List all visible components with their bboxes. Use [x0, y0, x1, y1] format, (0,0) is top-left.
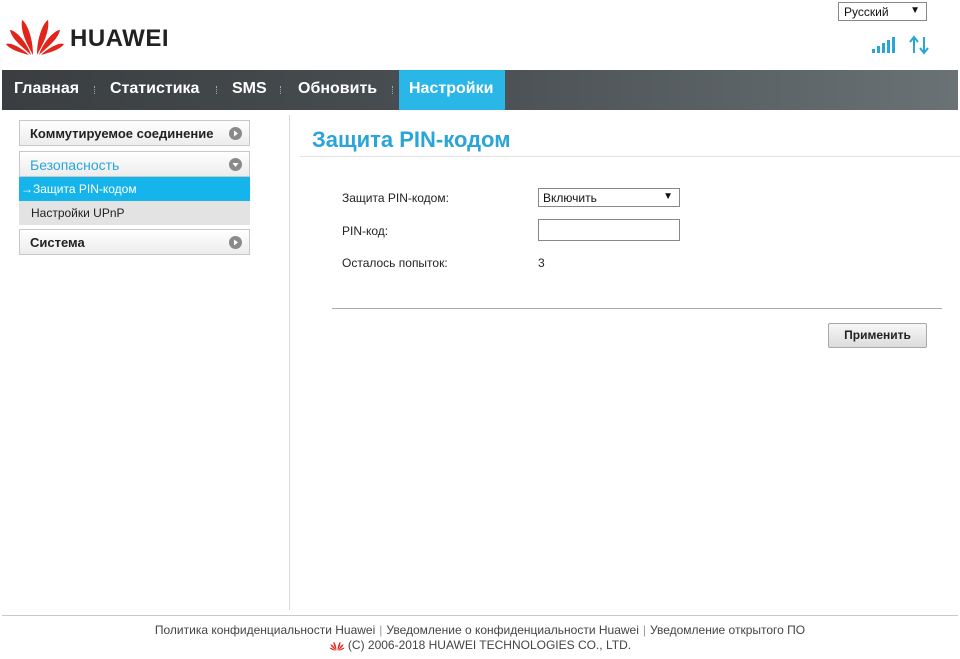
nav-separator — [94, 86, 96, 94]
sidebar: Коммутируемое соединение Безопасность →З… — [19, 120, 250, 255]
data-transfer-icon — [909, 35, 929, 55]
footer-separator: | — [379, 623, 383, 637]
nav-separator — [392, 86, 394, 94]
signal-strength-icon — [872, 37, 895, 53]
nav-item-sms[interactable]: SMS — [222, 70, 277, 110]
expand-arrow-icon — [229, 236, 242, 249]
page-title: Защита PIN-кодом — [312, 127, 511, 152]
language-value: Русский — [844, 5, 889, 19]
header: HUAWEI Русский ▼ — [0, 0, 960, 70]
privacy-notice-link[interactable]: Уведомление о конфиденциальности Huawei — [386, 623, 638, 637]
huawei-logo-icon — [6, 20, 64, 55]
pin-protection-select[interactable]: Включить ▼ — [538, 188, 680, 207]
huawei-mini-logo-icon — [329, 641, 345, 651]
dropdown-arrow-icon: ▼ — [910, 5, 920, 16]
sidebar-group-label: Безопасность — [30, 157, 120, 173]
copyright-text: (C) 2006-2018 HUAWEI TECHNOLOGIES CO., L… — [347, 638, 632, 652]
pin-code-label: PIN-код: — [342, 224, 389, 238]
sidebar-group-system[interactable]: Система — [19, 229, 250, 255]
sidebar-item-pin-protection[interactable]: →Защита PIN-кодом — [19, 177, 250, 201]
nav-separator — [280, 86, 282, 94]
nav-separator — [216, 86, 218, 94]
privacy-policy-link[interactable]: Политика конфиденциальности Huawei — [155, 623, 375, 637]
pin-code-input[interactable] — [538, 219, 680, 241]
sidebar-group-label: Коммутируемое соединение — [30, 126, 214, 141]
sidebar-group-security[interactable]: Безопасность — [19, 151, 250, 177]
expand-arrow-icon — [229, 127, 242, 140]
open-source-notice-link[interactable]: Уведомление открытого ПО — [650, 623, 805, 637]
footer-separator: | — [642, 623, 646, 637]
sidebar-item-upnp[interactable]: Настройки UPnP — [19, 201, 250, 225]
attempts-left-value: 3 — [538, 256, 545, 270]
apply-button[interactable]: Применить — [828, 323, 927, 348]
content-divider — [289, 115, 290, 610]
nav-item-settings[interactable]: Настройки — [399, 70, 505, 110]
nav-item-home[interactable]: Главная — [4, 70, 89, 110]
footer-divider — [2, 615, 958, 616]
language-select[interactable]: Русский ▼ — [838, 2, 927, 21]
title-divider — [300, 156, 960, 157]
nav-item-update[interactable]: Обновить — [288, 70, 387, 110]
dropdown-arrow-icon: ▼ — [663, 191, 673, 202]
footer-links: Политика конфиденциальности Huawei | Уведо… — [0, 623, 960, 637]
main-nav: Главная Статистика SMS Обновить Настройк… — [2, 70, 958, 110]
collapse-arrow-icon — [229, 158, 242, 171]
pin-protection-label: Защита PIN-кодом: — [342, 191, 449, 205]
attempts-left-label: Осталось попыток: — [342, 256, 448, 270]
sidebar-group-label: Система — [30, 235, 85, 250]
pin-protection-value: Включить — [543, 191, 597, 205]
form-divider — [332, 308, 942, 309]
sidebar-group-dialup[interactable]: Коммутируемое соединение — [19, 120, 250, 146]
copyright: (C) 2006-2018 HUAWEI TECHNOLOGIES CO., L… — [0, 638, 960, 652]
brand-name: HUAWEI — [70, 25, 169, 52]
nav-item-statistics[interactable]: Статистика — [100, 70, 209, 110]
